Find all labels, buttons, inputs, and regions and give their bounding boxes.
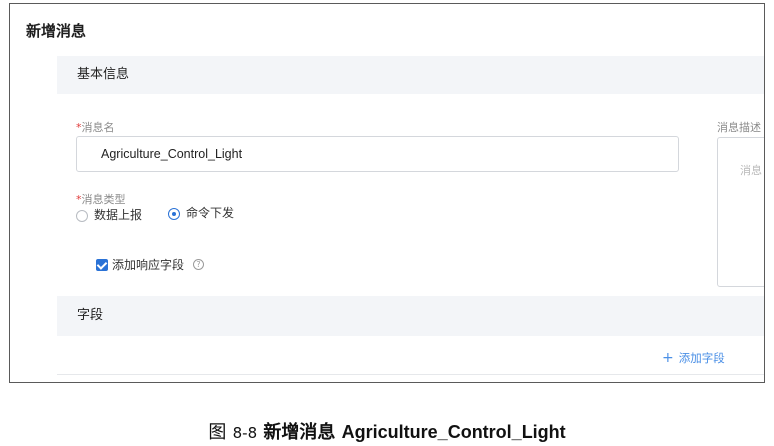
- fields-section-header: 字段: [57, 296, 764, 336]
- message-type-label: *消息类型: [76, 193, 126, 206]
- message-name-input[interactable]: Agriculture_Control_Light: [76, 136, 679, 172]
- message-name-label: *消息名: [76, 121, 115, 134]
- radio-option-data-report[interactable]: 数据上报: [76, 206, 142, 223]
- plus-icon: +: [662, 350, 674, 366]
- message-description-label: 消息描述: [717, 121, 761, 134]
- basic-info-section-header: 基本信息: [57, 56, 764, 94]
- dialog-title: 新增消息: [26, 22, 87, 40]
- radio-unchecked-icon[interactable]: [76, 209, 88, 222]
- radio-option-command-send[interactable]: 命令下发: [168, 204, 234, 221]
- basic-info-section-title: 基本信息: [77, 67, 130, 82]
- divider: [57, 374, 764, 375]
- response-fields-checkbox[interactable]: [96, 259, 108, 271]
- add-message-dialog: 新增消息 基本信息 *消息名 Agriculture_Control_Light…: [9, 3, 765, 383]
- radio-checked-icon[interactable]: [168, 207, 180, 220]
- message-description-textarea[interactable]: 消息: [717, 137, 764, 287]
- figure-caption: 图 8-8 新增消息 Agriculture_Control_Light: [208, 422, 566, 443]
- response-fields-label: 添加响应字段: [112, 258, 185, 272]
- question-circle-icon[interactable]: ?: [193, 259, 204, 270]
- add-field-button[interactable]: + 添加字段: [662, 350, 725, 366]
- fields-section-title: 字段: [77, 308, 104, 323]
